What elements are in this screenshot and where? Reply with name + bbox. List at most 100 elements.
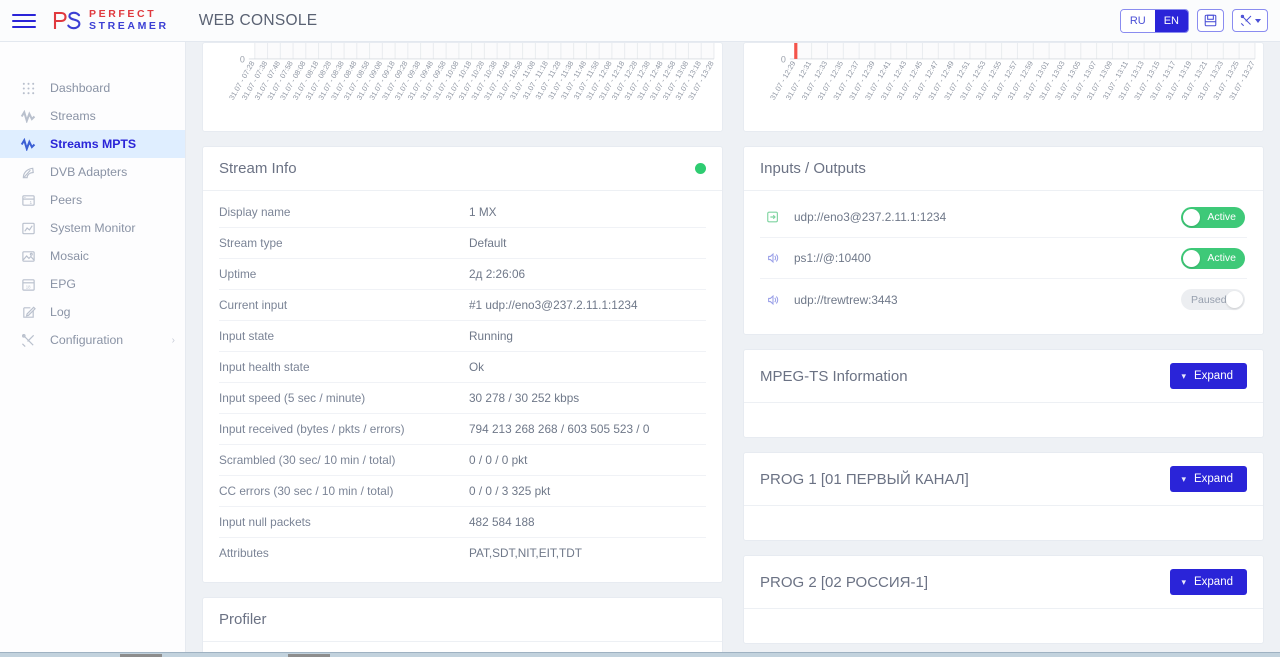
row-key: Input health state — [219, 360, 310, 374]
status-badge — [695, 163, 706, 174]
row-value: 2д 2:26:06 — [469, 267, 526, 281]
row-key: Current input — [219, 298, 288, 312]
collapsible-panel: PROG 2 [02 РОССИЯ-1] ▾ Expand — [743, 555, 1264, 644]
chevron-down-icon: ▾ — [1181, 473, 1186, 484]
row-value: Ok — [469, 360, 485, 374]
sidebar-item-log[interactable]: Log — [0, 298, 185, 326]
left-column: 0 31.07 - 07:28 31.07 - 07:38 31.07 - 07:48… — [202, 42, 723, 657]
line-chart-icon — [18, 220, 38, 236]
speaker-icon — [762, 293, 784, 307]
sidebar-item-peers[interactable]: 1 Peers — [0, 186, 185, 214]
sidebar-item-system-monitor[interactable]: System Monitor — [0, 214, 185, 242]
main-content: 0 31.07 - 07:28 31.07 - 07:38 31.07 - 07:48… — [186, 42, 1280, 657]
inputs-outputs-card: Inputs / Outputs udp://eno3@237.2.11.1:1… — [743, 146, 1264, 335]
row-key: Uptime — [219, 267, 257, 281]
io-state-toggle[interactable]: Paused — [1181, 289, 1245, 310]
table-row: Input received (bytes / pkts / errors) 79… — [219, 414, 706, 445]
hamburger-icon[interactable] — [12, 12, 36, 30]
sidebar-item-label: Streams MPTS — [50, 137, 137, 151]
sidebar-item-epg[interactable]: 18 EPG — [0, 270, 185, 298]
lang-en-button[interactable]: EN — [1154, 9, 1188, 32]
table-row: Input null packets 482 584 188 — [219, 507, 706, 538]
tools-icon — [1240, 14, 1251, 27]
sidebar-item-mosaic[interactable]: Mosaic — [0, 242, 185, 270]
tools-menu-button[interactable] — [1232, 9, 1268, 32]
table-row: Uptime 2д 2:26:06 — [219, 259, 706, 290]
ps-monogram-icon — [52, 10, 82, 31]
table-row: Scrambled (30 sec/ 10 min / total) 0 / 0 … — [219, 445, 706, 476]
row-value: 482 584 188 — [469, 515, 535, 529]
profiler-card: Profiler Thread usage10.56 % — [202, 597, 723, 657]
row-value: 30 278 / 30 252 kbps — [469, 391, 580, 405]
input-arrow-icon — [762, 210, 784, 224]
right-column: 0 31.07 - 12:29 31.07 - 12:31 31.07 - 12:33… — [743, 42, 1264, 657]
stream-info-card: Stream Info Display name 1 MX Stream type D… — [202, 146, 723, 583]
io-state-label: Paused — [1191, 293, 1227, 306]
table-row: Input health state Ok — [219, 352, 706, 383]
io-state-label: Active — [1207, 252, 1236, 264]
sidebar-item-configuration[interactable]: Configuration › — [0, 326, 185, 354]
server-icon: 1 — [18, 192, 38, 208]
io-state-toggle[interactable]: Active — [1181, 247, 1245, 269]
table-row: Attributes PAT,SDT,NIT,EIT,TDT — [219, 538, 706, 569]
sidebar-item-dashboard[interactable]: Dashboard — [0, 74, 185, 102]
row-value: Default — [469, 236, 507, 250]
chevron-right-icon: › — [171, 334, 175, 346]
brand-line-1: PERFECT — [89, 8, 157, 21]
tools-icon — [18, 332, 38, 348]
svg-text:1: 1 — [29, 199, 32, 204]
panel-body — [744, 403, 1263, 437]
expand-button[interactable]: ▾ Expand — [1170, 466, 1247, 492]
sidebar-item-label: EPG — [50, 277, 76, 291]
row-key: Input state — [219, 329, 275, 343]
expand-button-label: Expand — [1193, 576, 1233, 588]
io-state-label: Active — [1207, 211, 1236, 223]
io-state-toggle[interactable]: Active — [1181, 206, 1245, 228]
app-root: PERFECT STREAMER WEB CONSOLE RU EN Dashb… — [0, 0, 1280, 657]
stream-info-header: Stream Info — [203, 147, 722, 191]
app-logo: PERFECT STREAMER — [52, 9, 169, 31]
expand-button-label: Expand — [1193, 370, 1233, 382]
panel-body — [744, 506, 1263, 540]
io-row: ps1://@:10400 Active — [760, 238, 1247, 279]
sidebar-item-streams-mpts[interactable]: Streams MPTS — [0, 130, 185, 158]
row-key: Input null packets — [219, 515, 311, 529]
inputs-outputs-header: Inputs / Outputs — [744, 147, 1263, 191]
edit-note-icon — [18, 304, 38, 320]
satellite-icon — [18, 164, 38, 180]
profiler-title: Profiler — [219, 611, 267, 628]
left-chart-card: 0 31.07 - 07:28 31.07 - 07:38 31.07 - 07:48… — [202, 42, 723, 132]
collapsible-panel: MPEG-TS Information ▾ Expand — [743, 349, 1264, 438]
expand-button-label: Expand — [1193, 473, 1233, 485]
sidebar-item-label: Dashboard — [50, 81, 111, 95]
table-row: Current input #1 udp://eno3@237.2.11.1:12… — [219, 290, 706, 321]
io-address: udp://eno3@237.2.11.1:1234 — [794, 210, 947, 224]
app-header: PERFECT STREAMER WEB CONSOLE RU EN — [0, 0, 1280, 42]
lang-ru-button[interactable]: RU — [1120, 9, 1155, 32]
row-value: 794 213 268 268 / 603 505 523 / 0 — [469, 422, 650, 436]
toggle-knob — [1226, 291, 1243, 308]
sidebar-item-label: Log — [50, 305, 71, 319]
calendar-icon: 18 — [18, 276, 38, 292]
sidebar-item-dvb-adapters[interactable]: DVB Adapters — [0, 158, 185, 186]
io-address: ps1://@:10400 — [794, 251, 871, 265]
language-switcher[interactable]: RU EN — [1119, 8, 1189, 33]
stream-info-body: Display name 1 MX Stream type Default Uptime… — [203, 191, 722, 582]
row-value: PAT,SDT,NIT,EIT,TDT — [469, 546, 582, 560]
expand-button[interactable]: ▾ Expand — [1170, 363, 1247, 389]
panel-header: PROG 1 [01 ПЕРВЫЙ КАНАЛ] ▾ Expand — [744, 453, 1263, 506]
header-actions: RU EN — [1119, 8, 1268, 33]
table-row: CC errors (30 sec / 10 min / total) 0 / 0… — [219, 476, 706, 507]
save-icon[interactable] — [1197, 9, 1224, 32]
sidebar-item-streams[interactable]: Streams — [0, 102, 185, 130]
expand-button[interactable]: ▾ Expand — [1170, 569, 1247, 595]
image-icon — [18, 248, 38, 264]
brand-line-2: STREAMER — [89, 19, 169, 32]
row-value: 0 / 0 / 3 325 pkt — [469, 484, 551, 498]
inputs-outputs-title: Inputs / Outputs — [760, 160, 866, 177]
row-key: Input received (bytes / pkts / errors) — [219, 422, 405, 436]
os-taskbar — [0, 652, 1280, 657]
table-row: Input speed (5 sec / minute) 30 278 / 30 … — [219, 383, 706, 414]
sidebar-item-label: Peers — [50, 193, 83, 207]
io-row: udp://eno3@237.2.11.1:1234 Active — [760, 197, 1247, 238]
